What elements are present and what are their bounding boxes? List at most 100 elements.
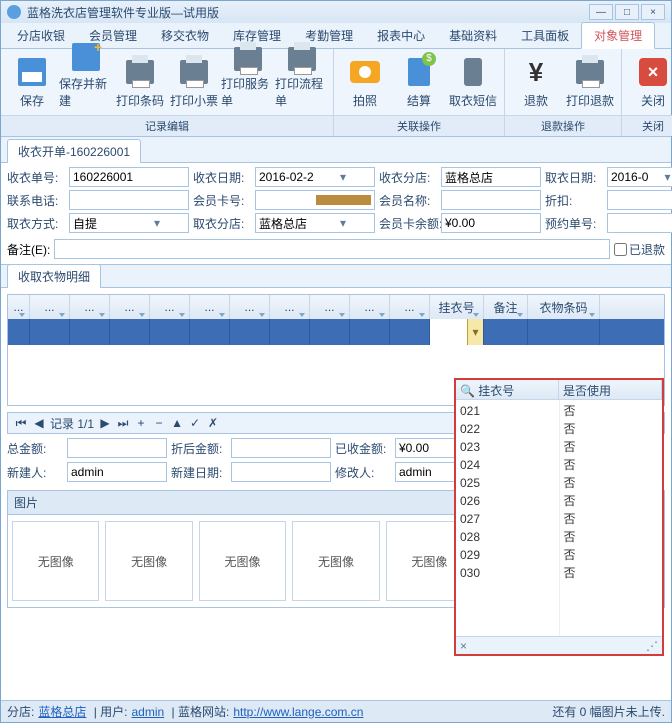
grid-col-header[interactable]: ... — [30, 295, 70, 319]
menu-object[interactable]: 对象管理 — [581, 22, 655, 49]
maximize-button[interactable]: □ — [615, 4, 639, 20]
grid-cell[interactable] — [310, 319, 350, 345]
dropdown-item[interactable]: 030 — [460, 564, 555, 582]
grid-cell[interactable]: ▾ — [430, 319, 484, 345]
grid-col-header[interactable]: 挂衣号 — [430, 295, 484, 319]
print-barcode-button[interactable]: 打印条码 — [113, 53, 167, 111]
dropdown-item[interactable]: 029 — [460, 546, 555, 564]
grid-cell[interactable] — [270, 319, 310, 345]
input-pickbranch[interactable]: 蓝格总店▾ — [255, 213, 375, 233]
page-prev-button[interactable]: ◀ — [32, 416, 46, 430]
grid-col-header[interactable]: ... — [8, 295, 30, 319]
grid-col-header[interactable]: ... — [190, 295, 230, 319]
dropdown-item[interactable]: 025 — [460, 474, 555, 492]
close-button[interactable]: ×关闭 — [626, 53, 672, 111]
grid-col-header[interactable]: 备注 — [484, 295, 528, 319]
status-user-link[interactable]: admin — [132, 705, 165, 719]
grid-cell[interactable] — [30, 319, 70, 345]
picture-slot[interactable]: 无图像 — [12, 521, 99, 601]
grid-cell[interactable] — [8, 319, 30, 345]
grid-cell[interactable] — [528, 319, 600, 345]
grid-cell[interactable] — [230, 319, 270, 345]
print-flow-button[interactable]: 打印流程单 — [275, 53, 329, 111]
grid-cell[interactable] — [390, 319, 430, 345]
dropdown-item[interactable]: 022 — [460, 420, 555, 438]
menu-transfer[interactable]: 移交衣物 — [149, 23, 221, 48]
page-add-button[interactable]: + — [134, 416, 148, 430]
grid-col-header[interactable]: ... — [310, 295, 350, 319]
picture-slot[interactable]: 无图像 — [292, 521, 379, 601]
input-phone[interactable] — [69, 190, 189, 210]
input-discount[interactable] — [607, 190, 672, 210]
refund-button[interactable]: ¥退款 — [509, 53, 563, 111]
grid-cell[interactable] — [110, 319, 150, 345]
page-next-button[interactable]: ▶ — [98, 416, 112, 430]
input-total[interactable] — [67, 438, 167, 458]
input-pickdate[interactable]: 2016-03-02▾ — [607, 167, 672, 187]
grid-col-header[interactable]: ... — [150, 295, 190, 319]
detail-tab[interactable]: 收取衣物明细 — [7, 264, 101, 288]
grid-col-header[interactable]: ... — [110, 295, 150, 319]
hanger-dropdown[interactable]: 🔍 挂衣号 是否使用 02102202302402502602702802903… — [454, 378, 664, 656]
print-ticket-button[interactable]: 打印小票 — [167, 53, 221, 111]
grid-col-header[interactable]: 衣物条码 — [528, 295, 600, 319]
save-button[interactable]: 保存 — [5, 53, 59, 111]
grid-cell[interactable] — [190, 319, 230, 345]
print-refund-button[interactable]: 打印退款 — [563, 53, 617, 111]
grid-col-header[interactable]: ... — [390, 295, 430, 319]
status-site-link[interactable]: http://www.lange.com.cn — [233, 705, 363, 719]
menu-basedata[interactable]: 基础资料 — [437, 23, 509, 48]
grid-col-header[interactable]: ... — [70, 295, 110, 319]
dropdown-item[interactable]: 021 — [460, 402, 555, 420]
menu-branch-cashier[interactable]: 分店收银 — [5, 23, 77, 48]
grid-cell[interactable] — [70, 319, 110, 345]
grid-col-header[interactable]: ... — [270, 295, 310, 319]
page-del-button[interactable]: − — [152, 416, 166, 430]
grid-cell[interactable] — [484, 319, 528, 345]
input-orderno[interactable] — [69, 167, 189, 187]
refunded-checkbox[interactable]: 已退款 — [614, 241, 665, 258]
page-confirm-button[interactable]: ✓ — [188, 416, 202, 430]
input-branch[interactable]: 蓝格总店 — [441, 167, 541, 187]
dropdown-item[interactable]: 023 — [460, 438, 555, 456]
dropdown-item[interactable]: 026 — [460, 492, 555, 510]
page-up-button[interactable]: ▲ — [170, 416, 184, 430]
input-createdate[interactable] — [231, 462, 331, 482]
menu-tools[interactable]: 工具面板 — [509, 23, 581, 48]
input-member[interactable] — [441, 190, 541, 210]
grid-col-header[interactable]: ... — [230, 295, 270, 319]
settle-button[interactable]: 结算 — [392, 53, 446, 111]
grid-cell[interactable] — [150, 319, 190, 345]
picture-slot[interactable]: 无图像 — [199, 521, 286, 601]
print-service-button[interactable]: 打印服务单 — [221, 53, 275, 111]
input-discounted[interactable] — [231, 438, 331, 458]
resize-grip-icon[interactable]: ⋰ — [646, 639, 658, 653]
close-window-button[interactable]: × — [641, 4, 665, 20]
minimize-button[interactable]: — — [589, 4, 613, 20]
sms-button[interactable]: 取衣短信 — [446, 53, 500, 111]
menu-inventory[interactable]: 库存管理 — [221, 23, 293, 48]
doc-tab[interactable]: 收衣开单-160226001 — [7, 139, 141, 163]
input-creator[interactable] — [67, 462, 167, 482]
dropdown-item[interactable]: 028 — [460, 528, 555, 546]
picture-slot[interactable]: 无图像 — [105, 521, 192, 601]
chevron-down-icon[interactable]: ▾ — [467, 319, 483, 345]
photo-button[interactable]: 拍照 — [338, 53, 392, 111]
dropdown-item[interactable]: 027 — [460, 510, 555, 528]
menu-reports[interactable]: 报表中心 — [365, 23, 437, 48]
input-booking[interactable] — [607, 213, 672, 233]
grid-col-header[interactable]: ... — [350, 295, 390, 319]
page-last-button[interactable]: ⏭ — [116, 416, 130, 431]
save-new-button[interactable]: 保存并新建 — [59, 53, 113, 111]
grid-cell[interactable] — [350, 319, 390, 345]
input-pickway[interactable]: 自提▾ — [69, 213, 189, 233]
dropdown-close-button[interactable]: × — [460, 639, 467, 653]
page-cancel-button[interactable]: ✗ — [206, 416, 220, 430]
input-cardno[interactable] — [255, 190, 375, 210]
input-balance[interactable] — [441, 213, 541, 233]
input-orderdate[interactable]: 2016-02-2▾ — [255, 167, 375, 187]
dropdown-item[interactable]: 024 — [460, 456, 555, 474]
status-store-link[interactable]: 蓝格总店 — [38, 703, 86, 720]
input-remark[interactable] — [54, 239, 610, 259]
page-first-button[interactable]: ⏮ — [14, 416, 28, 431]
